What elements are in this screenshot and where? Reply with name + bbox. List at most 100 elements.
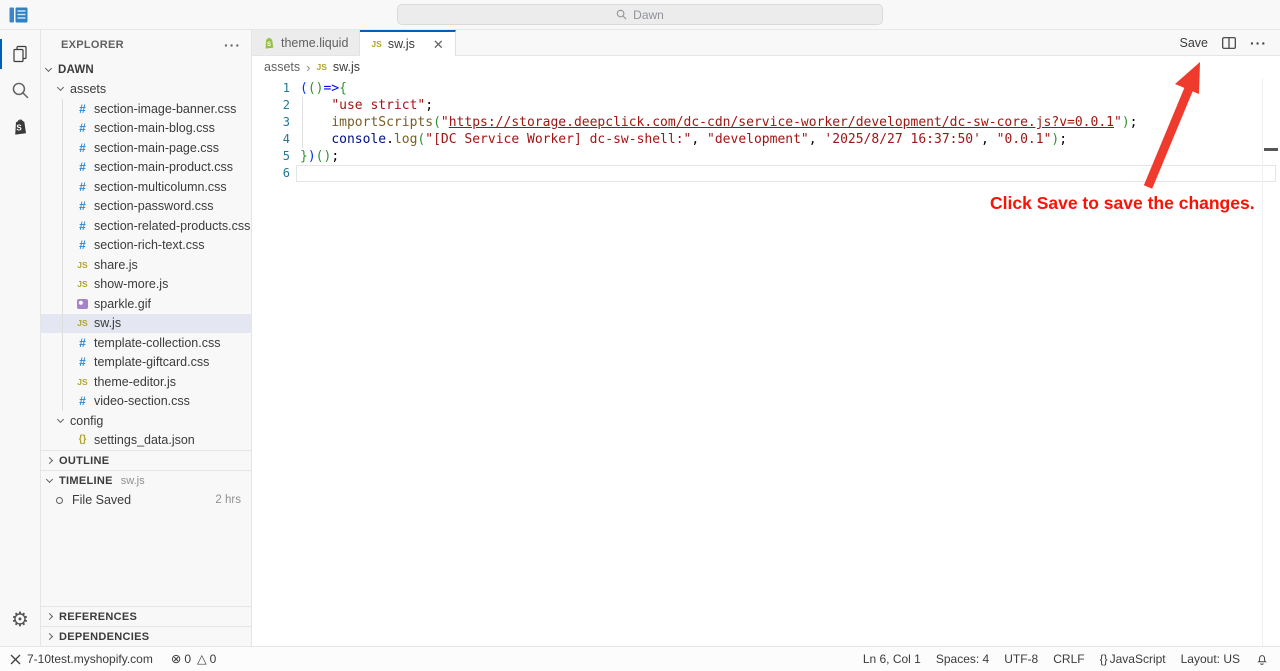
css-file-icon: # xyxy=(75,356,90,368)
language-mode[interactable]: {}JavaScript xyxy=(1100,652,1166,666)
file-item-share.js[interactable]: JSshare.js xyxy=(41,255,251,275)
tree-item-label: template-giftcard.css xyxy=(94,355,209,369)
file-item-show-more.js[interactable]: JSshow-more.js xyxy=(41,275,251,295)
gear-icon: ⚙ xyxy=(11,610,29,630)
code-line-1[interactable]: 1(()=>{ xyxy=(252,80,1280,97)
tab-sw-js[interactable]: JS sw.js ✕ xyxy=(360,30,455,56)
problems-indicator[interactable]: ⊗ 0 △ 0 xyxy=(171,652,216,666)
file-item-sw.js[interactable]: JSsw.js xyxy=(41,314,251,334)
dependencies-section-header[interactable]: DEPENDENCIES xyxy=(41,626,251,646)
code-text: importScripts("https://storage.deepclick… xyxy=(290,114,1137,131)
code-editor[interactable]: 1(()=>{2 "use strict";3 importScripts("h… xyxy=(252,78,1280,646)
explorer-sidebar: EXPLORER ··· DAWNassets#section-image-ba… xyxy=(41,30,252,646)
tab-bar: S theme.liquid JS sw.js ✕ Save ··· xyxy=(252,30,1280,56)
code-line-2[interactable]: 2 "use strict"; xyxy=(252,97,1280,114)
svg-text:S: S xyxy=(267,42,271,48)
file-item-template-giftcard.css[interactable]: # template-giftcard.css xyxy=(41,353,251,373)
bell-icon[interactable] xyxy=(1255,652,1268,666)
file-item-section-image-banner.css[interactable]: # section-image-banner.css xyxy=(41,99,251,119)
folder-item-assets[interactable]: assets xyxy=(41,80,251,100)
file-item-section-password.css[interactable]: #section-password.css xyxy=(41,197,251,217)
search-activity-button[interactable] xyxy=(0,72,40,108)
more-actions-icon[interactable]: ··· xyxy=(1250,35,1267,51)
file-item-video-section.css[interactable]: #video-section.css xyxy=(41,392,251,412)
code-line-5[interactable]: 5})(); xyxy=(252,148,1280,165)
vscode-window: Dawn S xyxy=(0,0,1280,671)
js-file-icon: JS xyxy=(75,378,90,387)
tree-item-label: section-image-banner.css xyxy=(94,102,236,116)
chevron-down-icon xyxy=(57,416,64,423)
file-item-sparkle.gif[interactable]: sparkle.gif xyxy=(41,294,251,314)
tree-item-label: theme-editor.js xyxy=(94,375,176,389)
encoding-setting[interactable]: UTF-8 xyxy=(1004,652,1038,666)
shopify-bag-icon: S xyxy=(11,117,29,136)
css-file-icon: # xyxy=(75,122,90,134)
editor-logo-icon xyxy=(9,6,28,24)
breadcrumb-folder[interactable]: assets xyxy=(264,60,300,74)
code-lines: 1(()=>{2 "use strict";3 importScripts("h… xyxy=(252,80,1280,182)
outline-label: OUTLINE xyxy=(59,455,109,467)
timeline-section-header[interactable]: TIMELINE sw.js xyxy=(41,470,251,490)
explorer-more-actions-button[interactable]: ··· xyxy=(224,37,241,53)
save-button[interactable]: Save xyxy=(1180,36,1209,50)
file-item-settings_data.json[interactable]: {}settings_data.json xyxy=(41,431,251,451)
file-item-section-multicolumn.css[interactable]: # section-multicolumn.css xyxy=(41,177,251,197)
keyboard-layout[interactable]: Layout: US xyxy=(1181,652,1240,666)
split-editor-icon[interactable] xyxy=(1222,37,1236,49)
overview-cursor-marker xyxy=(1264,148,1278,151)
tree-item-label: section-main-page.css xyxy=(94,141,219,155)
file-item-template-collection.css[interactable]: #template-collection.css xyxy=(41,333,251,353)
tab-theme-liquid[interactable]: S theme.liquid xyxy=(252,30,360,55)
file-item-section-main-product.css[interactable]: #section-main-product.css xyxy=(41,158,251,178)
js-file-icon: JS xyxy=(75,319,90,328)
css-file-icon: # xyxy=(75,181,90,193)
references-section-header[interactable]: REFERENCES xyxy=(41,606,251,626)
sidebar-spacer xyxy=(41,510,251,606)
shopify-activity-button[interactable]: S xyxy=(0,108,40,144)
code-line-3[interactable]: 3 importScripts("https://storage.deepcli… xyxy=(252,114,1280,131)
tree-item-label: video-section.css xyxy=(94,394,190,408)
indentation-setting[interactable]: Spaces: 4 xyxy=(936,652,989,666)
css-file-icon: # xyxy=(75,200,90,212)
commit-dot-icon xyxy=(56,497,63,504)
tree-item-label: section-main-blog.css xyxy=(94,121,215,135)
css-file-icon: # xyxy=(75,103,90,115)
file-item-theme-editor.js[interactable]: JS theme-editor.js xyxy=(41,372,251,392)
settings-button[interactable]: ⚙ xyxy=(0,602,40,638)
search-icon xyxy=(616,9,627,20)
file-item-section-rich-text.css[interactable]: #section-rich-text.css xyxy=(41,236,251,256)
warning-icon: △ xyxy=(197,653,207,666)
outline-section-header[interactable]: OUTLINE xyxy=(41,450,251,470)
file-item-section-main-page.css[interactable]: #section-main-page.css xyxy=(41,138,251,158)
code-text: console.log("[DC Service Worker] dc-sw-s… xyxy=(290,131,1067,148)
tree-item-label: DAWN xyxy=(58,64,94,76)
line-number: 3 xyxy=(252,114,290,131)
tab-label: sw.js xyxy=(388,37,415,51)
tree-item-label: config xyxy=(70,414,103,428)
explorer-activity-button[interactable] xyxy=(0,36,40,72)
code-line-4[interactable]: 4 console.log("[DC Service Worker] dc-sw… xyxy=(252,131,1280,148)
css-file-icon: # xyxy=(75,239,90,251)
cursor-position[interactable]: Ln 6, Col 1 xyxy=(863,652,921,666)
json-file-icon: {} xyxy=(75,435,90,445)
command-center-search[interactable]: Dawn xyxy=(397,4,883,25)
file-item-section-related-products.css[interactable]: #section-related-products.css xyxy=(41,216,251,236)
eol-setting[interactable]: CRLF xyxy=(1053,652,1084,666)
file-item-section-main-blog.css[interactable]: # section-main-blog.css xyxy=(41,119,251,139)
folder-item-config[interactable]: config xyxy=(41,411,251,431)
remote-indicator[interactable]: 7-10test.myshopify.com xyxy=(10,652,153,666)
breadcrumb-file[interactable]: sw.js xyxy=(333,60,360,74)
overview-ruler[interactable] xyxy=(1262,78,1280,646)
timeline-entry-file-saved[interactable]: File Saved 2 hrs xyxy=(41,490,251,510)
status-bar-right: Ln 6, Col 1 Spaces: 4 UTF-8 CRLF {}JavaS… xyxy=(863,652,1268,666)
js-file-icon: JS xyxy=(371,39,381,49)
close-icon[interactable]: ✕ xyxy=(433,38,444,51)
code-line-6[interactable]: 6 xyxy=(252,165,1280,182)
line-number: 5 xyxy=(252,148,290,165)
tree-item-label: section-multicolumn.css xyxy=(94,180,227,194)
dependencies-label: DEPENDENCIES xyxy=(59,631,149,643)
braces-icon: {} xyxy=(1100,652,1108,666)
language-label: JavaScript xyxy=(1110,652,1166,666)
folder-item-DAWN[interactable]: DAWN xyxy=(41,60,251,80)
tab-label: theme.liquid xyxy=(281,36,348,50)
